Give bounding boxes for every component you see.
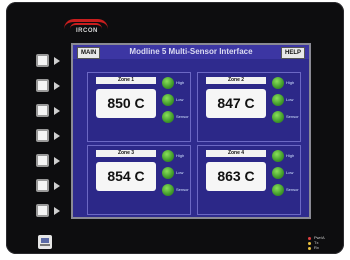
led-label-high: High <box>176 153 185 158</box>
high-led-icon <box>272 150 284 162</box>
sensor-led-icon <box>162 111 174 123</box>
arrow-right-icon <box>54 157 60 165</box>
zone-panel-1[interactable]: Zone 1 850 C High Low Sensor <box>87 72 191 142</box>
led-label-high: High <box>286 153 295 158</box>
side-button-2[interactable] <box>36 79 49 92</box>
help-button[interactable]: HELP <box>280 47 305 59</box>
led-label-high: High <box>286 80 295 85</box>
side-button-5[interactable] <box>36 154 49 167</box>
keyboard-icon[interactable] <box>38 235 52 249</box>
low-led-icon <box>162 167 174 179</box>
low-led-icon <box>272 94 284 106</box>
yellow-dot-icon <box>308 242 311 245</box>
legend-label: Rx <box>314 245 319 250</box>
main-button[interactable]: MAIN <box>77 47 101 59</box>
zone-panel-4[interactable]: Zone 4 863 C High Low Sensor <box>197 145 301 215</box>
led-label-high: High <box>176 80 185 85</box>
arrow-right-icon <box>54 182 60 190</box>
side-button-6[interactable] <box>36 179 49 192</box>
yellow-dot-icon <box>308 247 311 250</box>
header-bar: MAIN Modline 5 Multi-Sensor Interface HE… <box>73 45 309 59</box>
arrow-right-icon <box>54 82 60 90</box>
side-button-3[interactable] <box>36 104 49 117</box>
side-button-7[interactable] <box>36 204 49 217</box>
high-led-icon <box>272 77 284 89</box>
high-led-icon <box>162 77 174 89</box>
led-label-sensor: Sensor <box>176 187 189 192</box>
led-label-sensor: Sensor <box>176 114 189 119</box>
zone-temperature: 863 C <box>206 162 266 191</box>
arrow-right-icon <box>54 107 60 115</box>
zone-temperature: 854 C <box>96 162 156 191</box>
low-led-icon <box>162 94 174 106</box>
side-button-1[interactable] <box>36 54 49 67</box>
sensor-led-icon <box>162 184 174 196</box>
red-dot-icon <box>308 237 311 240</box>
arrow-right-icon <box>54 207 60 215</box>
zone-label: Zone 2 <box>206 77 266 84</box>
led-label-sensor: Sensor <box>286 187 299 192</box>
zone-label: Zone 4 <box>206 150 266 157</box>
zone-panel-3[interactable]: Zone 3 854 C High Low Sensor <box>87 145 191 215</box>
led-label-low: Low <box>176 170 184 175</box>
zone-temperature: 850 C <box>96 89 156 118</box>
page-title: Modline 5 Multi-Sensor Interface <box>129 47 253 56</box>
zone-temperature: 847 C <box>206 89 266 118</box>
led-label-low: Low <box>286 170 294 175</box>
led-label-low: Low <box>176 97 184 102</box>
arrow-right-icon <box>54 57 60 65</box>
arrow-right-icon <box>54 132 60 140</box>
sensor-led-icon <box>272 184 284 196</box>
zone-panel-2[interactable]: Zone 2 847 C High Low Sensor <box>197 72 301 142</box>
low-led-icon <box>272 167 284 179</box>
display-screen: MAIN Modline 5 Multi-Sensor Interface HE… <box>71 43 311 219</box>
led-label-low: Low <box>286 97 294 102</box>
zone-label: Zone 3 <box>96 150 156 157</box>
side-button-4[interactable] <box>36 129 49 142</box>
logo-text: IRCON <box>76 28 98 34</box>
sensor-led-icon <box>272 111 284 123</box>
ircon-logo: IRCON <box>64 19 110 37</box>
led-label-sensor: Sensor <box>286 114 299 119</box>
zone-label: Zone 1 <box>96 77 156 84</box>
high-led-icon <box>162 150 174 162</box>
